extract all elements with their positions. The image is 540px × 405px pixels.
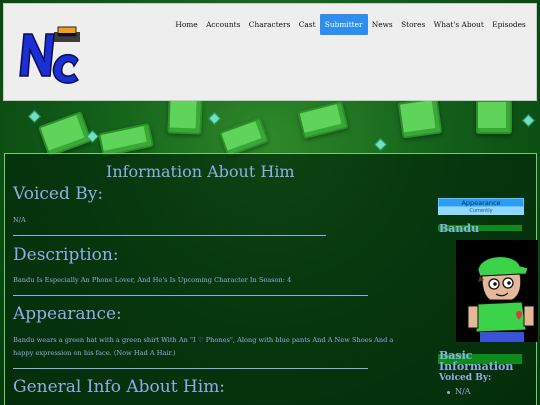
main-nav: Home Accounts Characters Cast Submitter … (171, 14, 530, 35)
nav-stores[interactable]: Stores (397, 14, 430, 35)
sidebar-voiced-by-label: Voiced By: (439, 373, 492, 383)
appearance-text-line2: happy expression on his face. (Now Had A… (13, 349, 176, 357)
list-item: N/A (447, 387, 470, 396)
nav-home[interactable]: Home (171, 14, 202, 35)
phone-slab (37, 111, 93, 157)
voiced-by-heading: Voiced By: (13, 184, 104, 204)
nav-accounts[interactable]: Accounts (202, 14, 245, 35)
nav-news[interactable]: News (368, 14, 397, 35)
nav-whats-about[interactable]: What's About (429, 14, 488, 35)
nav-episodes[interactable]: Episodes (488, 14, 530, 35)
page-title: Information About Him (106, 162, 295, 181)
appearance-text-line1: Bandu wears a green hat with a green shi… (13, 336, 394, 344)
general-info-heading: General Info About Him: (13, 377, 226, 397)
site-logo[interactable] (14, 14, 84, 90)
section-divider (13, 368, 368, 369)
gem-shape (208, 112, 221, 125)
character-portrait (456, 240, 538, 342)
sidebar-voiced-by-list: N/A (447, 387, 470, 396)
phone-slab (98, 122, 154, 158)
phone-slab (297, 100, 349, 140)
appearance-heading: Appearance: (13, 304, 122, 324)
sidebar-tabs: Appearance Currently (438, 198, 524, 215)
phone-slab (476, 100, 512, 134)
description-text: Bandu Is Especially An Phone Lover, And … (13, 276, 292, 284)
nav-cast[interactable]: Cast (295, 14, 320, 35)
phone-slab (218, 117, 270, 157)
section-divider (13, 235, 326, 236)
tab-current-label[interactable]: Currently (438, 207, 524, 215)
description-heading: Description: (13, 245, 119, 265)
phone-slab (397, 97, 443, 139)
tab-appearance[interactable]: Appearance (438, 198, 524, 207)
phone-slab (167, 97, 203, 135)
basic-info-title: Basic Information (439, 349, 514, 373)
nav-submitter[interactable]: Submitter (319, 14, 368, 35)
hat-logo-icon (19, 26, 80, 84)
gem-shape (374, 138, 387, 151)
bandu-portrait-icon (456, 240, 538, 342)
gem-shape (28, 110, 41, 123)
voiced-by-text: N/A (13, 216, 26, 224)
gem-shape (522, 114, 535, 127)
nav-characters[interactable]: Characters (245, 14, 295, 35)
section-divider (13, 295, 368, 296)
site-header: Home Accounts Characters Cast Submitter … (3, 3, 537, 101)
character-name: Bandu (439, 222, 480, 235)
